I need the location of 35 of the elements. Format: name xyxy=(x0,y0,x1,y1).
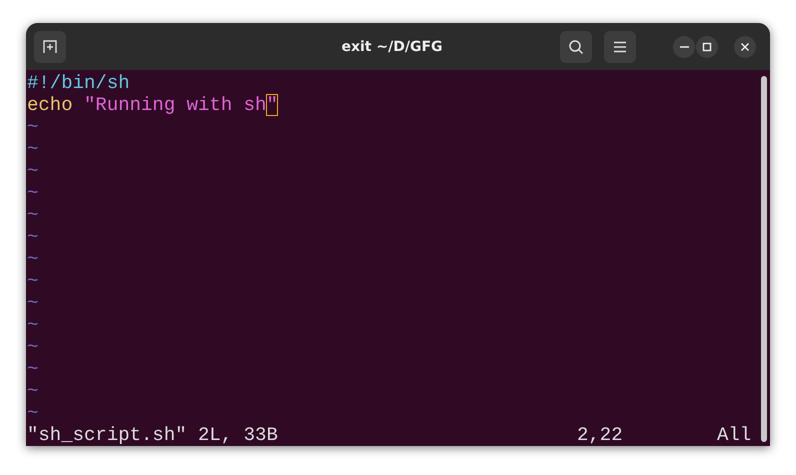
empty-line-marker: ~ xyxy=(27,248,38,270)
empty-line-marker: ~ xyxy=(27,314,38,336)
empty-line-marker: ~ xyxy=(27,336,38,358)
keyword-text: echo xyxy=(27,94,74,116)
empty-line-marker: ~ xyxy=(27,182,38,204)
empty-line-marker: ~ xyxy=(27,116,38,138)
empty-line-marker: ~ xyxy=(27,160,38,182)
empty-line-marker: ~ xyxy=(27,138,38,160)
menu-button[interactable] xyxy=(604,30,636,62)
cursor-character: " xyxy=(266,94,278,116)
empty-line-marker: ~ xyxy=(27,270,38,292)
file-info-text: "sh_script.sh" 2L, 33B xyxy=(27,424,279,446)
maximize-icon xyxy=(702,42,712,52)
shebang-text: #!/bin/sh xyxy=(27,72,130,94)
empty-line-marker: ~ xyxy=(27,358,38,380)
close-button[interactable] xyxy=(734,36,756,58)
empty-line-marker: ~ xyxy=(27,204,38,226)
search-button[interactable] xyxy=(560,30,592,62)
window-title: exit ~/D/GFG xyxy=(341,38,444,54)
scrollbar[interactable] xyxy=(761,76,767,442)
empty-line-marker: ~ xyxy=(27,402,38,424)
empty-line-marker: ~ xyxy=(27,292,38,314)
minimize-button[interactable] xyxy=(673,36,695,58)
empty-line-marker: ~ xyxy=(27,380,38,402)
menu-icon xyxy=(613,40,627,52)
new-tab-button[interactable] xyxy=(34,30,66,62)
scroll-position-text: All xyxy=(717,424,752,446)
maximize-button[interactable] xyxy=(696,36,718,58)
empty-line-marker: ~ xyxy=(27,226,38,248)
search-icon xyxy=(568,38,584,54)
close-icon xyxy=(740,42,750,52)
new-tab-icon xyxy=(42,38,58,54)
minimize-icon xyxy=(680,46,688,48)
cursor-position-text: 2,22 xyxy=(577,424,624,446)
string-text: "Running with sh xyxy=(84,94,266,116)
